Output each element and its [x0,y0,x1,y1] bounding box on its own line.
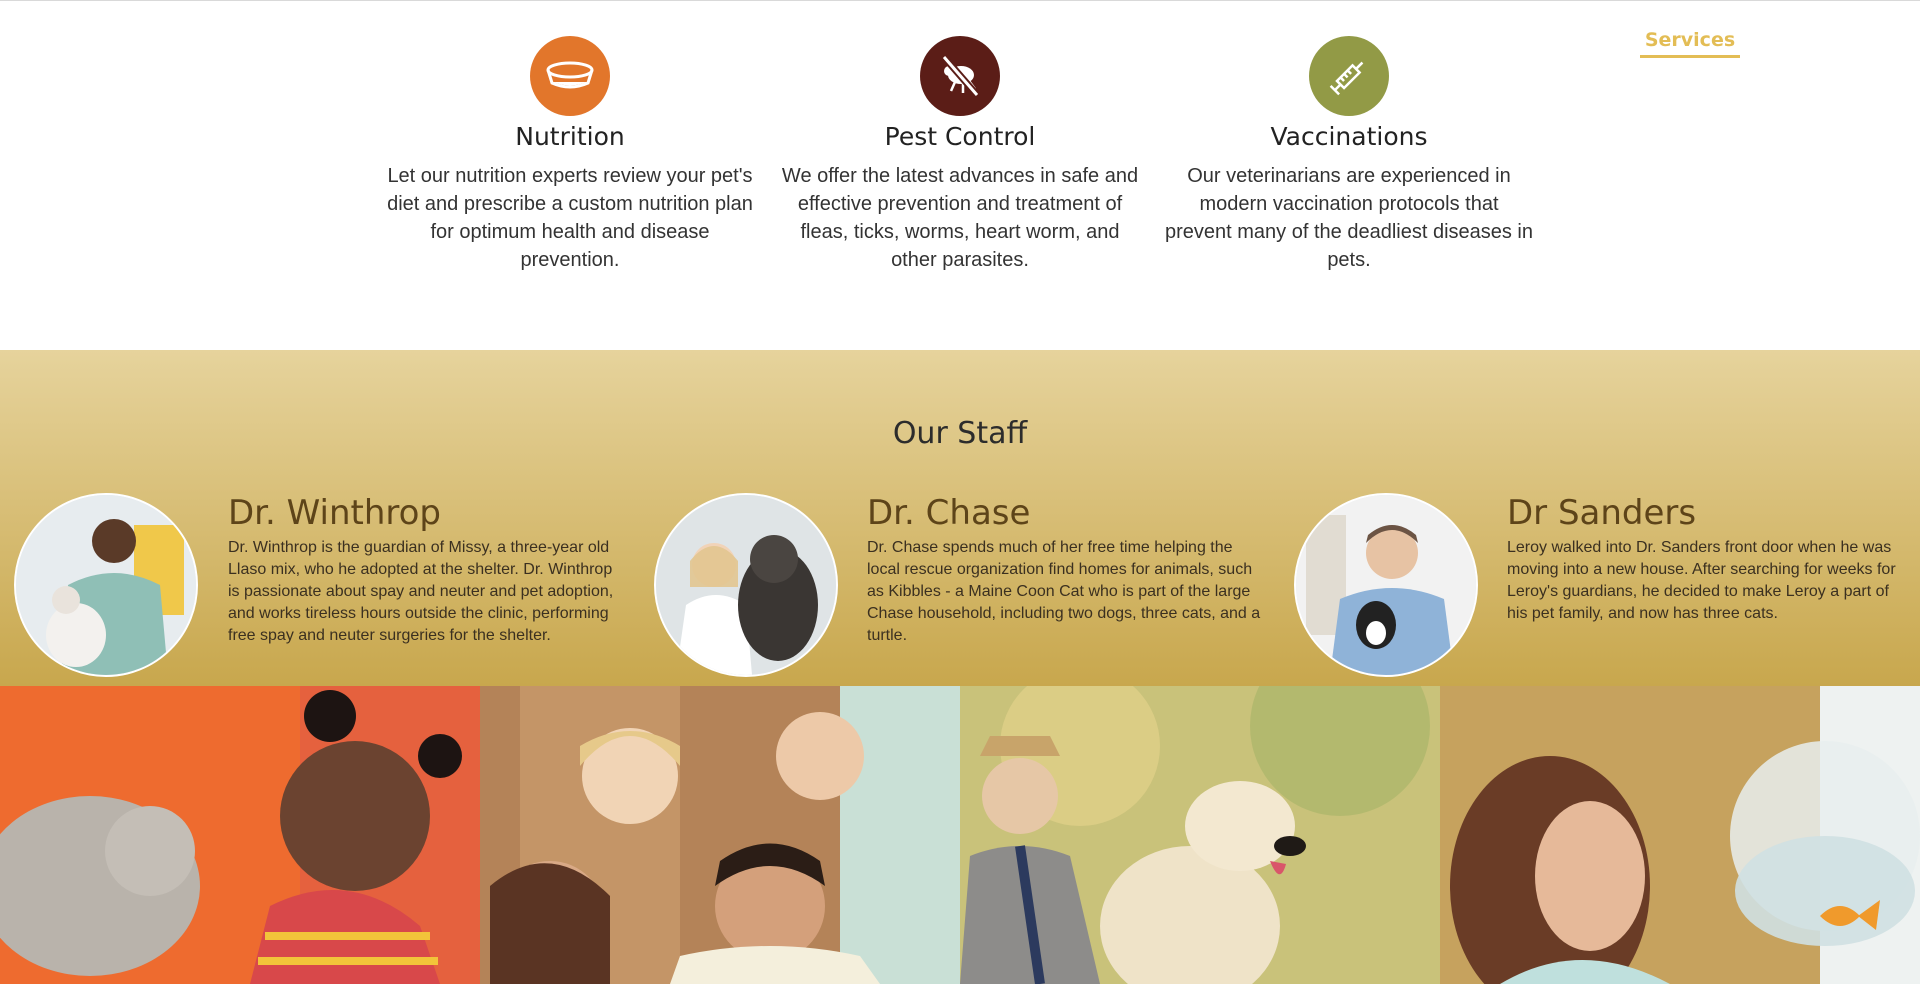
service-vaccinations: Vaccinations Our veterinarians are exper… [1164,36,1534,274]
service-description: Let our nutrition experts review your pe… [387,165,753,271]
services-tab[interactable]: Services [1640,28,1740,58]
no-flea-icon [920,36,1000,116]
avatar [1294,493,1478,677]
photo-family-with-dog [480,686,960,984]
avatar [14,493,198,677]
photo-girl-with-rabbit [0,686,480,984]
service-title: Pest Control [884,122,1036,151]
staff-member-name: Dr. Chase [867,493,1031,533]
staff-member-bio: Dr. Winthrop is the guardian of Missy, a… [228,539,614,644]
service-pest-control: Pest Control We offer the latest advance… [775,36,1145,274]
staff-member-bio: Dr. Chase spends much of her free time h… [867,539,1261,644]
service-title: Vaccinations [1270,122,1428,151]
staff-member-name: Dr Sanders [1507,493,1697,533]
staff-section: Our Staff Dr. Winthrop Dr. Winthrop is t… [0,350,1920,686]
services-tab-label: Services [1644,29,1736,51]
staff-member-name: Dr. Winthrop [228,493,442,533]
service-description: Our veterinarians are experienced in mod… [1165,165,1533,271]
service-title: Nutrition [515,122,625,151]
photo-woman-with-goldfish [1440,686,1920,984]
services-tab-underline [1640,55,1740,58]
photo-man-with-golden-retriever [960,686,1440,984]
staff-member-bio: Leroy walked into Dr. Sanders front door… [1507,539,1896,622]
avatar [654,493,838,677]
service-description: We offer the latest advances in safe and… [781,165,1139,271]
syringe-icon [1309,36,1389,116]
staff-section-title: Our Staff [892,416,1028,451]
service-nutrition: Nutrition Let our nutrition experts revi… [385,36,755,274]
food-bowl-icon [530,36,610,116]
top-divider [0,0,1920,1]
